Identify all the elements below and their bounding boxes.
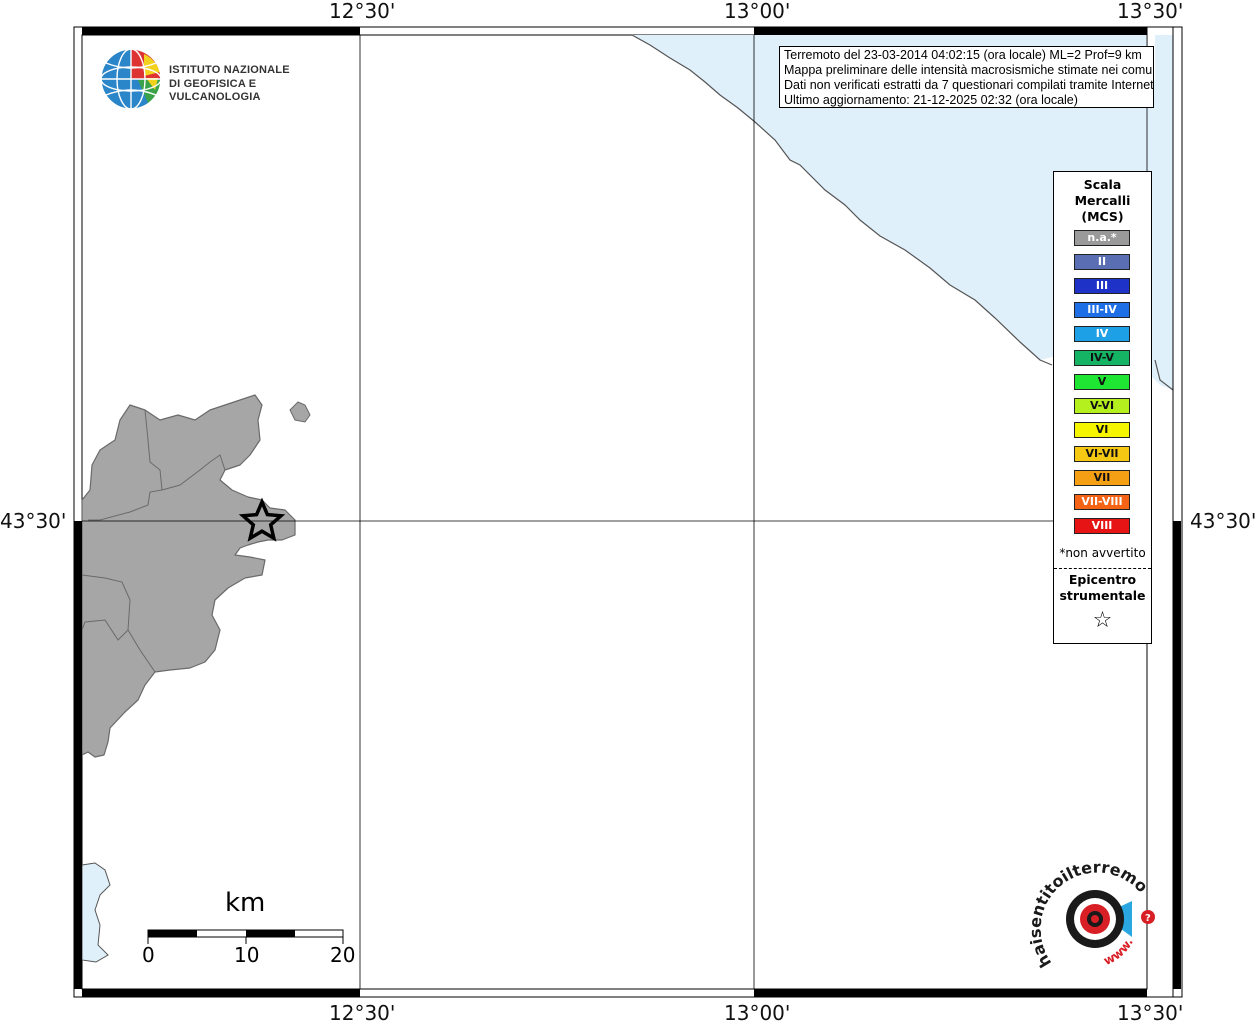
event-info-line: Dati non verificati estratti da 7 questi… [784, 78, 1154, 92]
legend-title-line: (MCS) [1081, 209, 1124, 224]
mcs-legend: Scala Mercalli (MCS) n.a.* II III III-IV IV I… [1053, 171, 1152, 644]
legend-item: VI-VII [1074, 446, 1130, 462]
tick-right-4330: 43°30' [1190, 509, 1255, 533]
tick-bottom-1330: 13°30' [1117, 1001, 1184, 1025]
legend-item: VI [1074, 422, 1130, 438]
frame-bar [74, 521, 82, 989]
tick-left-4330: 43°30' [0, 509, 67, 533]
scalebar-segment [148, 930, 197, 937]
frame-bar [82, 27, 360, 35]
scalebar-unit: km [225, 888, 266, 918]
legend-item: V-VI [1074, 398, 1130, 414]
legend-title-line: Scala [1083, 177, 1122, 192]
legend-item: VII [1074, 470, 1130, 486]
scalebar-label-10: 10 [234, 943, 260, 967]
tick-top-1330: 13°30' [1117, 0, 1184, 23]
event-info-line: Ultimo aggiornamento: 21-12-2025 02:32 (… [784, 93, 1078, 107]
tick-bottom-1230: 12°30' [329, 1001, 396, 1025]
legend-divider [1054, 568, 1151, 569]
scalebar-label-20: 20 [330, 943, 356, 967]
svg-text:?: ? [1145, 913, 1151, 924]
tick-top-1300: 13°00' [724, 0, 791, 23]
legend-epicenter-line: strumentale [1059, 588, 1146, 603]
legend-item: IV-V [1074, 350, 1130, 366]
legend-epicenter-line: Epicentro [1068, 572, 1137, 587]
scalebar-segment [246, 930, 295, 937]
legend-item: II [1074, 254, 1130, 270]
legend-epicenter-label: Epicentro strumentale [1054, 572, 1151, 604]
legend-item: IV [1074, 326, 1130, 342]
event-info-box: Terremoto del 23-03-2014 04:02:15 (ora l… [779, 46, 1154, 108]
legend-title-line: Mercalli [1074, 193, 1131, 208]
legend-item: VIII [1074, 518, 1130, 534]
scalebar-label-0: 0 [142, 943, 155, 967]
legend-title: Scala Mercalli (MCS) [1054, 177, 1151, 225]
tick-top-1230: 12°30' [329, 0, 396, 23]
frame-bar [1173, 521, 1181, 989]
ingv-name-line2: DI GEOFISICA E VULCANOLOGIA [169, 78, 261, 103]
legend-star-icon: ☆ [1092, 608, 1113, 633]
legend-item: VII-VIII [1074, 494, 1130, 510]
event-info-line: Mappa preliminare delle intensità macros… [784, 63, 1154, 77]
frame-bar [82, 989, 360, 997]
legend-note: *non avvertito [1059, 546, 1146, 560]
frame-bar [754, 989, 1147, 997]
legend-item: III-IV [1074, 302, 1130, 318]
hsit-logo: haisentitoilterremoto.it www. ? [1025, 840, 1160, 980]
ingv-name-line1: ISTITUTO NAZIONALE [169, 64, 290, 76]
tick-bottom-1300: 13°00' [724, 1001, 791, 1025]
ingv-globe-icon [100, 48, 162, 110]
legend-item: V [1074, 374, 1130, 390]
ingv-logo: ISTITUTO NAZIONALE DI GEOFISICA E VULCAN… [100, 48, 320, 110]
frame-bar [754, 27, 1147, 35]
legend-item: n.a.* [1074, 230, 1130, 246]
legend-item: III [1074, 278, 1130, 294]
event-info-line: Terremoto del 23-03-2014 04:02:15 (ora l… [784, 48, 1142, 62]
hsit-target-icon: haisentitoilterremoto.it www. ? [1025, 840, 1155, 971]
